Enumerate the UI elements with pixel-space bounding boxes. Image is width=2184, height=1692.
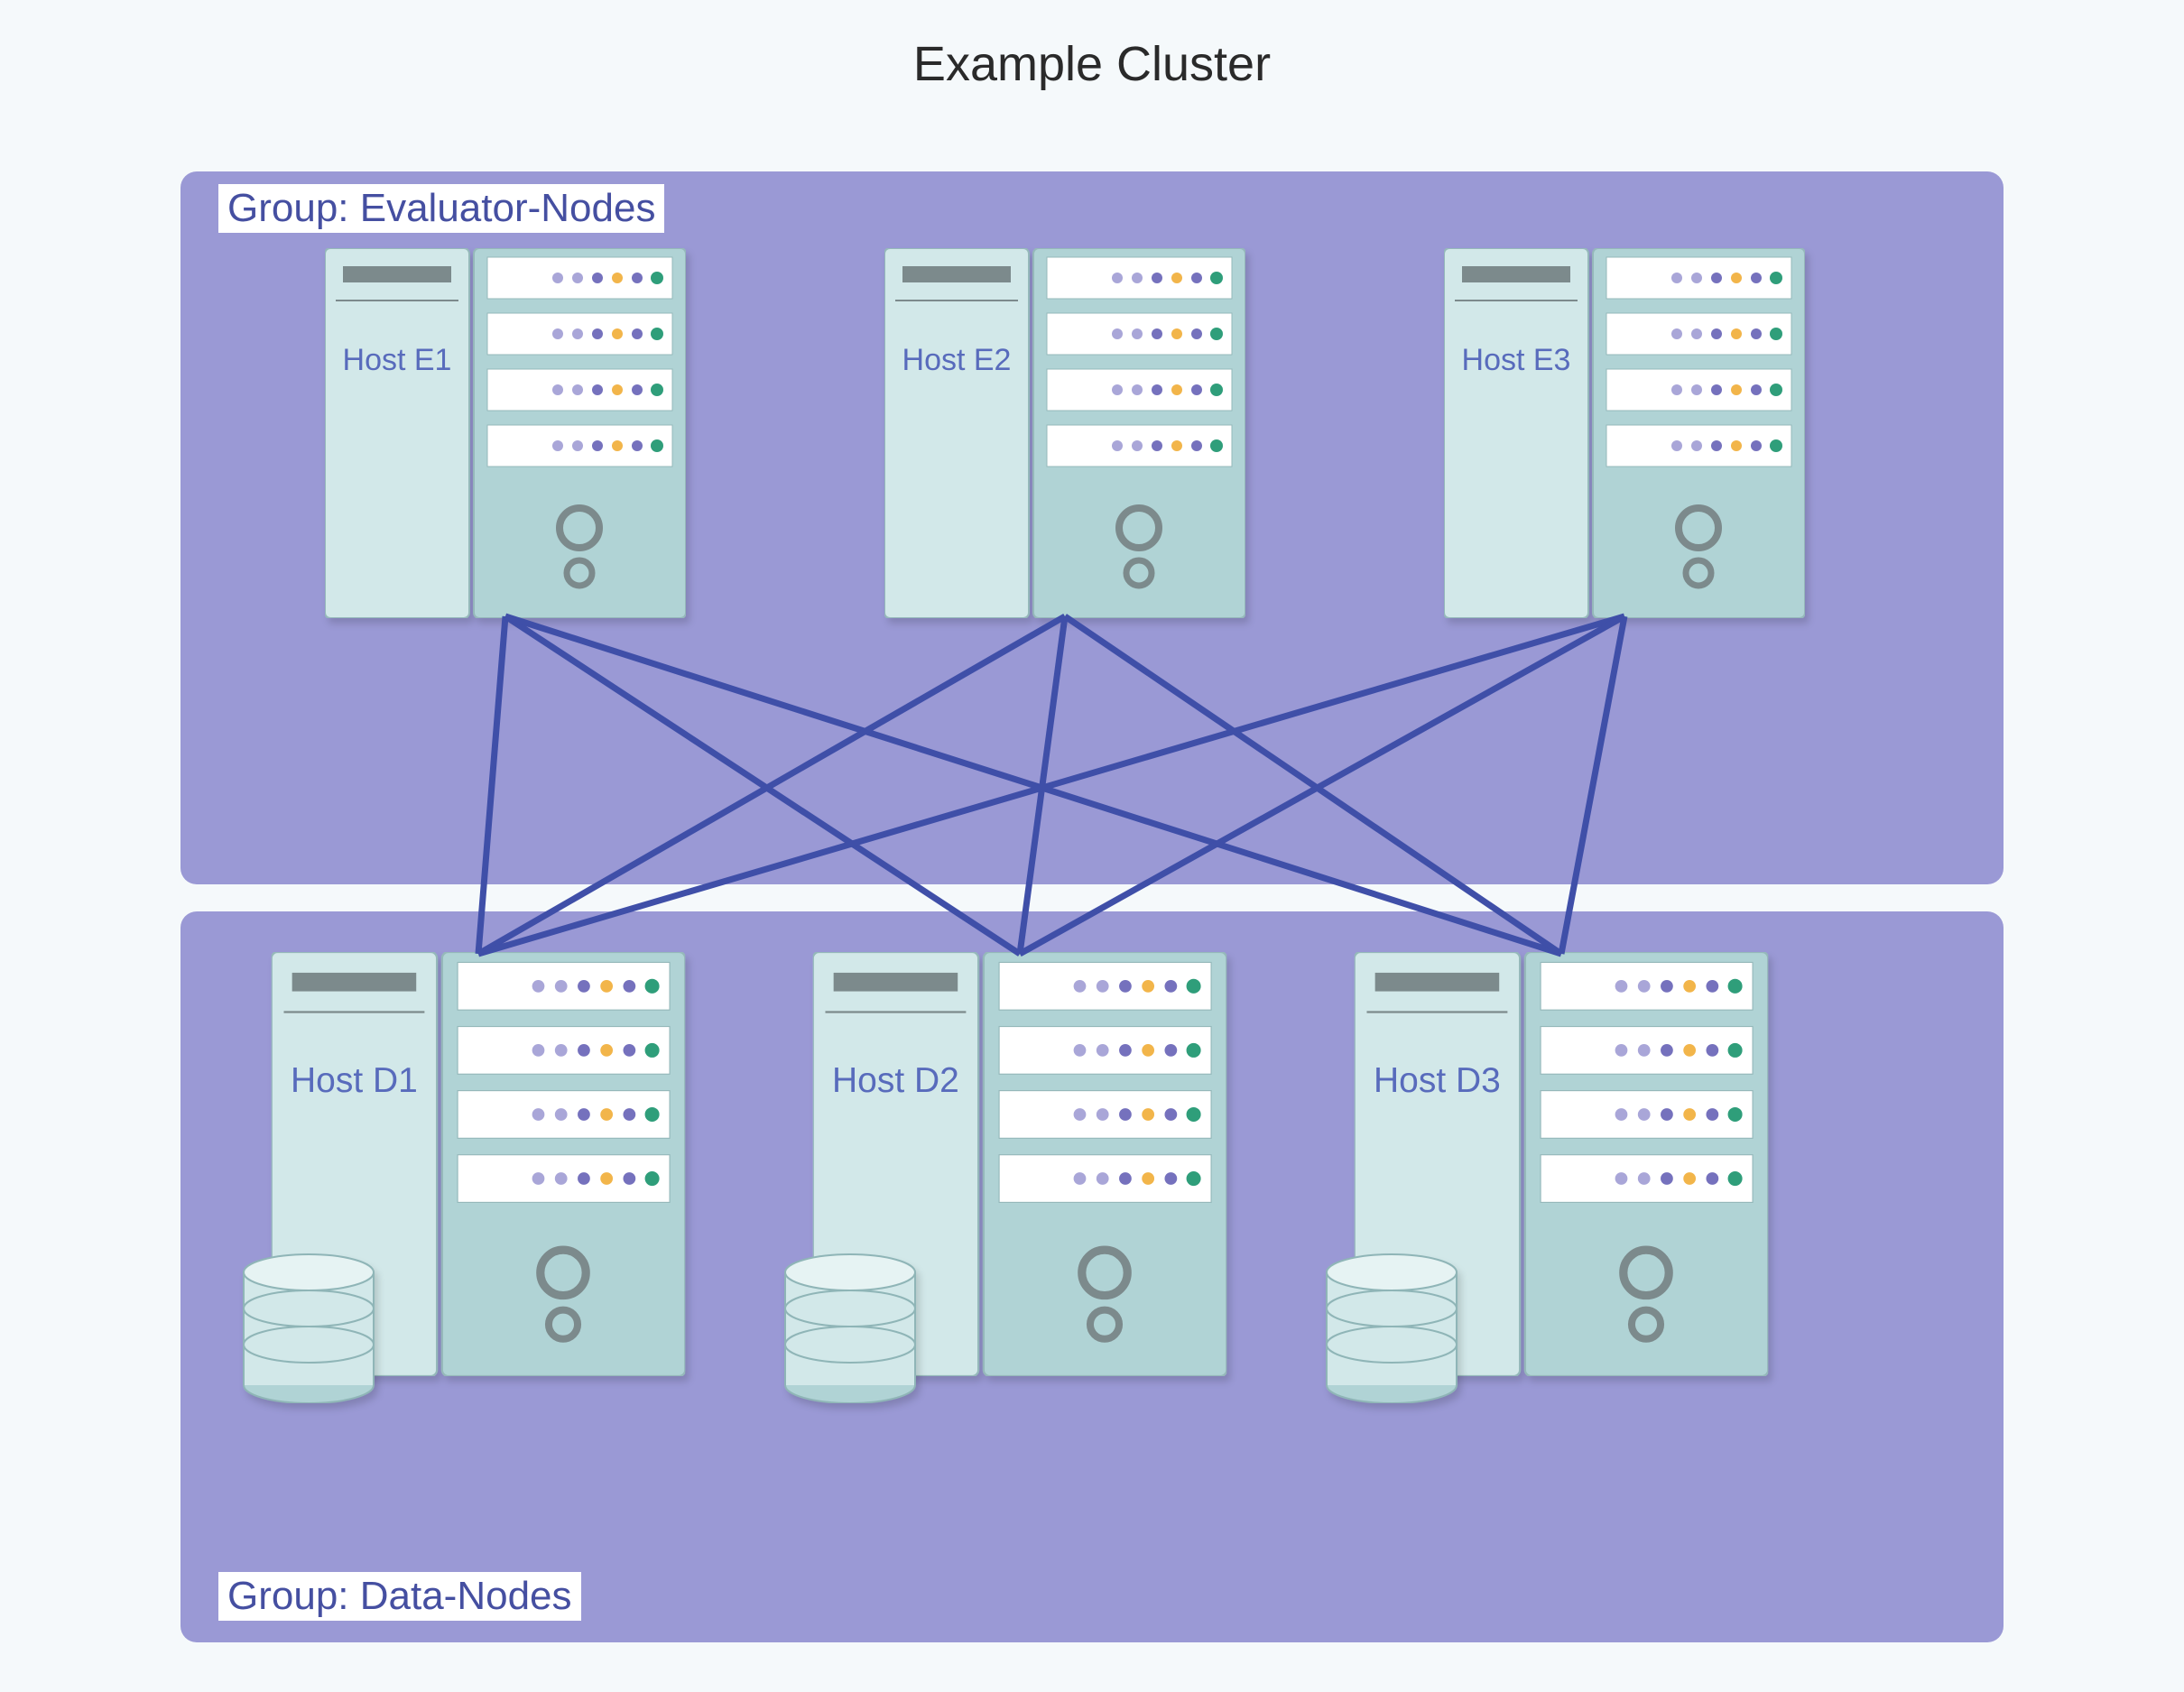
server-label: Host E1 <box>343 343 452 377</box>
cluster-title: Example Cluster <box>0 36 2184 92</box>
server-icon: Host E3 <box>1444 248 1805 618</box>
server-label: Host D3 <box>1374 1061 1501 1100</box>
host-e2: Host E2 <box>884 248 1245 618</box>
storage-icon <box>781 1250 921 1403</box>
storage-icon <box>1322 1250 1462 1403</box>
group-evaluator: Group: Evaluator-Nodes Host E1 Host E2 H… <box>180 171 2004 884</box>
server-label: Host D2 <box>832 1061 959 1100</box>
server-label: Host E3 <box>1462 343 1571 377</box>
server-icon: Host E1 <box>325 248 686 618</box>
host-e1: Host E1 <box>325 248 686 618</box>
host-d1: Host D1 <box>271 952 686 1376</box>
cluster: Group: Evaluator-Nodes Host E1 Host E2 H… <box>180 171 2004 1642</box>
group-data: Group: Data-Nodes Host D1 Host D2 Host D… <box>180 911 2004 1642</box>
storage-icon <box>239 1250 379 1403</box>
server-icon: Host E2 <box>884 248 1245 618</box>
server-label: Host E2 <box>902 343 1012 377</box>
host-d3: Host D3 <box>1354 952 1769 1376</box>
group-evaluator-label: Group: Evaluator-Nodes <box>218 184 664 233</box>
host-e3: Host E3 <box>1444 248 1805 618</box>
page: Example Cluster Group: Evaluator-Nodes H… <box>0 0 2184 1692</box>
host-d2: Host D2 <box>812 952 1227 1376</box>
server-label: Host D1 <box>291 1061 418 1100</box>
group-data-label: Group: Data-Nodes <box>218 1572 581 1621</box>
